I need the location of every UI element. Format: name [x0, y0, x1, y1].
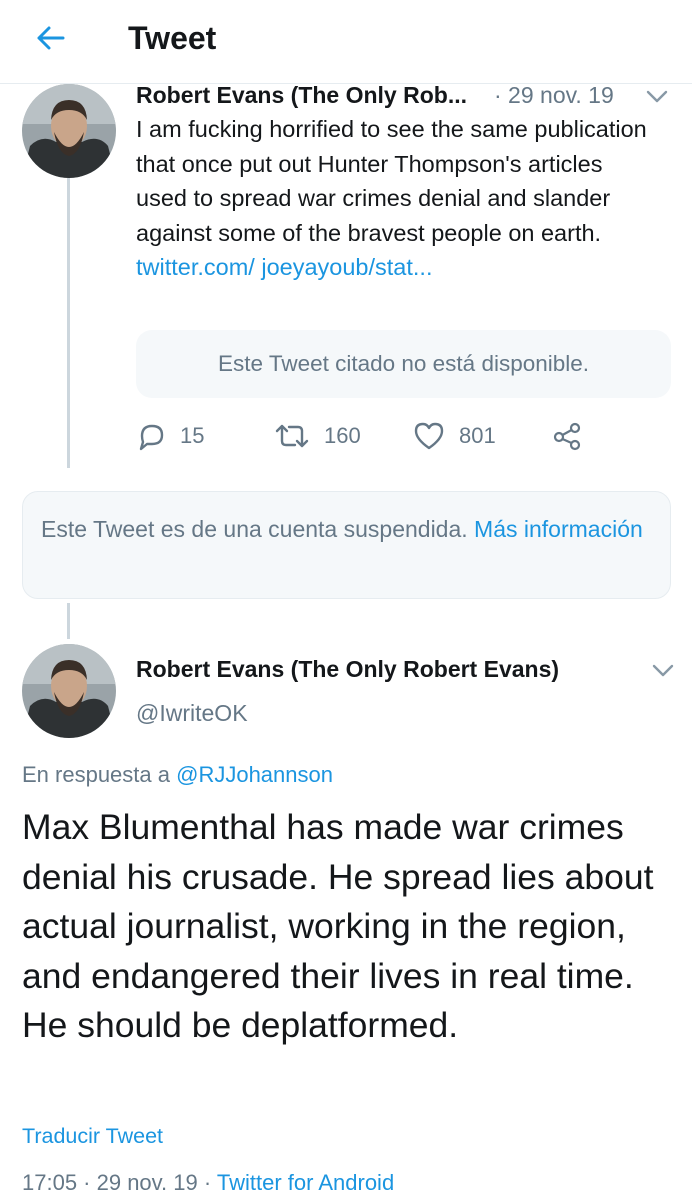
chevron-down-icon[interactable] [650, 660, 676, 680]
tweet-timestamp: 17:05 · 29 nov. 19 · [22, 1170, 217, 1195]
tweet-text: I am fucking horrified to see the same p… [136, 112, 656, 285]
more-info-link[interactable]: Más información [474, 516, 643, 542]
author-name[interactable]: Robert Evans (The Only Robert Evans) [136, 656, 559, 683]
back-button[interactable] [30, 18, 70, 58]
tweet-link[interactable]: twitter.com/ joeyayoub/stat... [136, 254, 433, 280]
thread-line [67, 178, 70, 468]
top-bar: Tweet [0, 0, 692, 84]
like-button[interactable]: 801 [413, 416, 496, 456]
reply-icon [139, 424, 164, 451]
chevron-down-icon[interactable] [644, 86, 670, 106]
page-title: Tweet [128, 20, 217, 56]
thread-line [67, 603, 70, 639]
avatar[interactable] [22, 644, 116, 738]
author-handle[interactable]: @IwriteOK [136, 700, 248, 727]
share-icon [553, 422, 581, 451]
suspended-message: Este Tweet es de una cuenta suspendida. [41, 516, 475, 542]
share-button[interactable] [552, 416, 582, 456]
reply-handle-link[interactable]: @RJJohannson [176, 762, 333, 787]
quoted-tweet-unavailable: Este Tweet citado no está disponible. [136, 330, 671, 398]
tweet-actions: 15 160 801 [136, 416, 636, 456]
reply-count: 15 [180, 423, 205, 448]
retweet-button[interactable]: 160 [274, 416, 361, 456]
quoted-tweet-message: Este Tweet citado no está disponible. [217, 351, 590, 376]
reply-context: En respuesta a @RJJohannson [22, 762, 333, 788]
suspended-tweet-notice: Este Tweet es de una cuenta suspendida. … [22, 491, 671, 599]
reply-prefix: En respuesta a [22, 762, 177, 787]
tweet-source-link[interactable]: Twitter for Android [217, 1170, 394, 1195]
reply-button[interactable]: 15 [136, 416, 204, 456]
tweet-body: I am fucking horrified to see the same p… [136, 116, 647, 246]
like-icon [414, 422, 444, 450]
retweet-icon [275, 424, 309, 448]
author-name[interactable]: Robert Evans (The Only Rob... [136, 82, 488, 109]
like-count: 801 [459, 423, 496, 448]
translate-tweet-link[interactable]: Traducir Tweet [22, 1124, 163, 1149]
tweet-header: Robert Evans (The Only Rob... · 29 nov. … [136, 80, 676, 112]
retweet-count: 160 [324, 423, 361, 448]
avatar[interactable] [22, 84, 116, 178]
tweet-date[interactable]: · 29 nov. 19 [494, 82, 614, 109]
tweet-meta: 17:05 · 29 nov. 19 · Twitter for Android [22, 1170, 394, 1196]
arrow-left-icon [37, 26, 65, 50]
main-tweet-text: Max Blumenthal has made war crimes denia… [22, 807, 654, 1046]
